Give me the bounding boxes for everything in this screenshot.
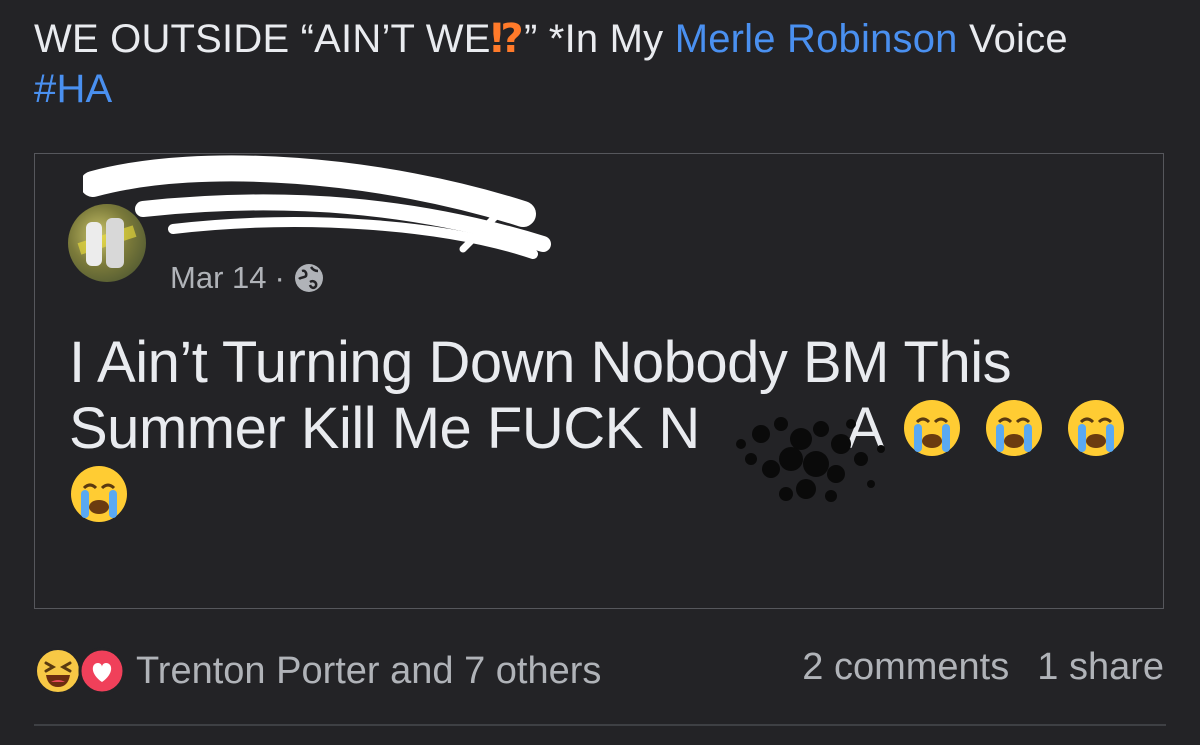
post-date[interactable]: Mar 14 <box>170 260 266 296</box>
reactors-text[interactable]: Trenton Porter and 7 others <box>136 650 601 693</box>
post-meta: Mar 14 · <box>170 260 325 296</box>
loudly-crying-face-icon <box>904 400 961 456</box>
reaction-summary[interactable]: Trenton Porter and 7 others <box>34 646 601 696</box>
redaction-scribble <box>83 155 551 259</box>
censor-scribble <box>736 417 885 502</box>
caption-text: WE OUTSIDE “AIN’T WE <box>34 17 491 61</box>
caption-text-2: ” *In My <box>523 17 675 61</box>
loudly-crying-face-icon <box>71 466 127 522</box>
mentioned-user-link[interactable]: Merle Robinson <box>675 17 958 61</box>
shared-post-card[interactable]: Mar 14 · I Ain’t Turning Down Nobody BM … <box>34 153 1164 609</box>
meta-separator: · <box>274 260 285 295</box>
exclamation-question-icon: ⁉ <box>490 17 524 61</box>
comments-count[interactable]: 2 comments <box>802 646 1009 689</box>
hashtag-link[interactable]: #HA <box>34 67 112 111</box>
loudly-crying-face-icon <box>1067 400 1124 456</box>
caption-text-3: Voice <box>957 17 1068 61</box>
love-icon <box>78 647 126 695</box>
globe-icon <box>294 264 323 292</box>
divider <box>34 724 1166 726</box>
engagement-counts: 2 comments 1 share <box>802 646 1164 689</box>
loudly-crying-face-icon <box>986 400 1043 456</box>
haha-icon <box>35 648 81 694</box>
shares-count[interactable]: 1 share <box>1037 646 1164 689</box>
post-caption: WE OUTSIDE “AIN’T WE⁉” *In My Merle Robi… <box>34 14 1174 114</box>
shared-post-text: I Ain’t Turning Down Nobody BM This Summ… <box>69 330 1149 528</box>
